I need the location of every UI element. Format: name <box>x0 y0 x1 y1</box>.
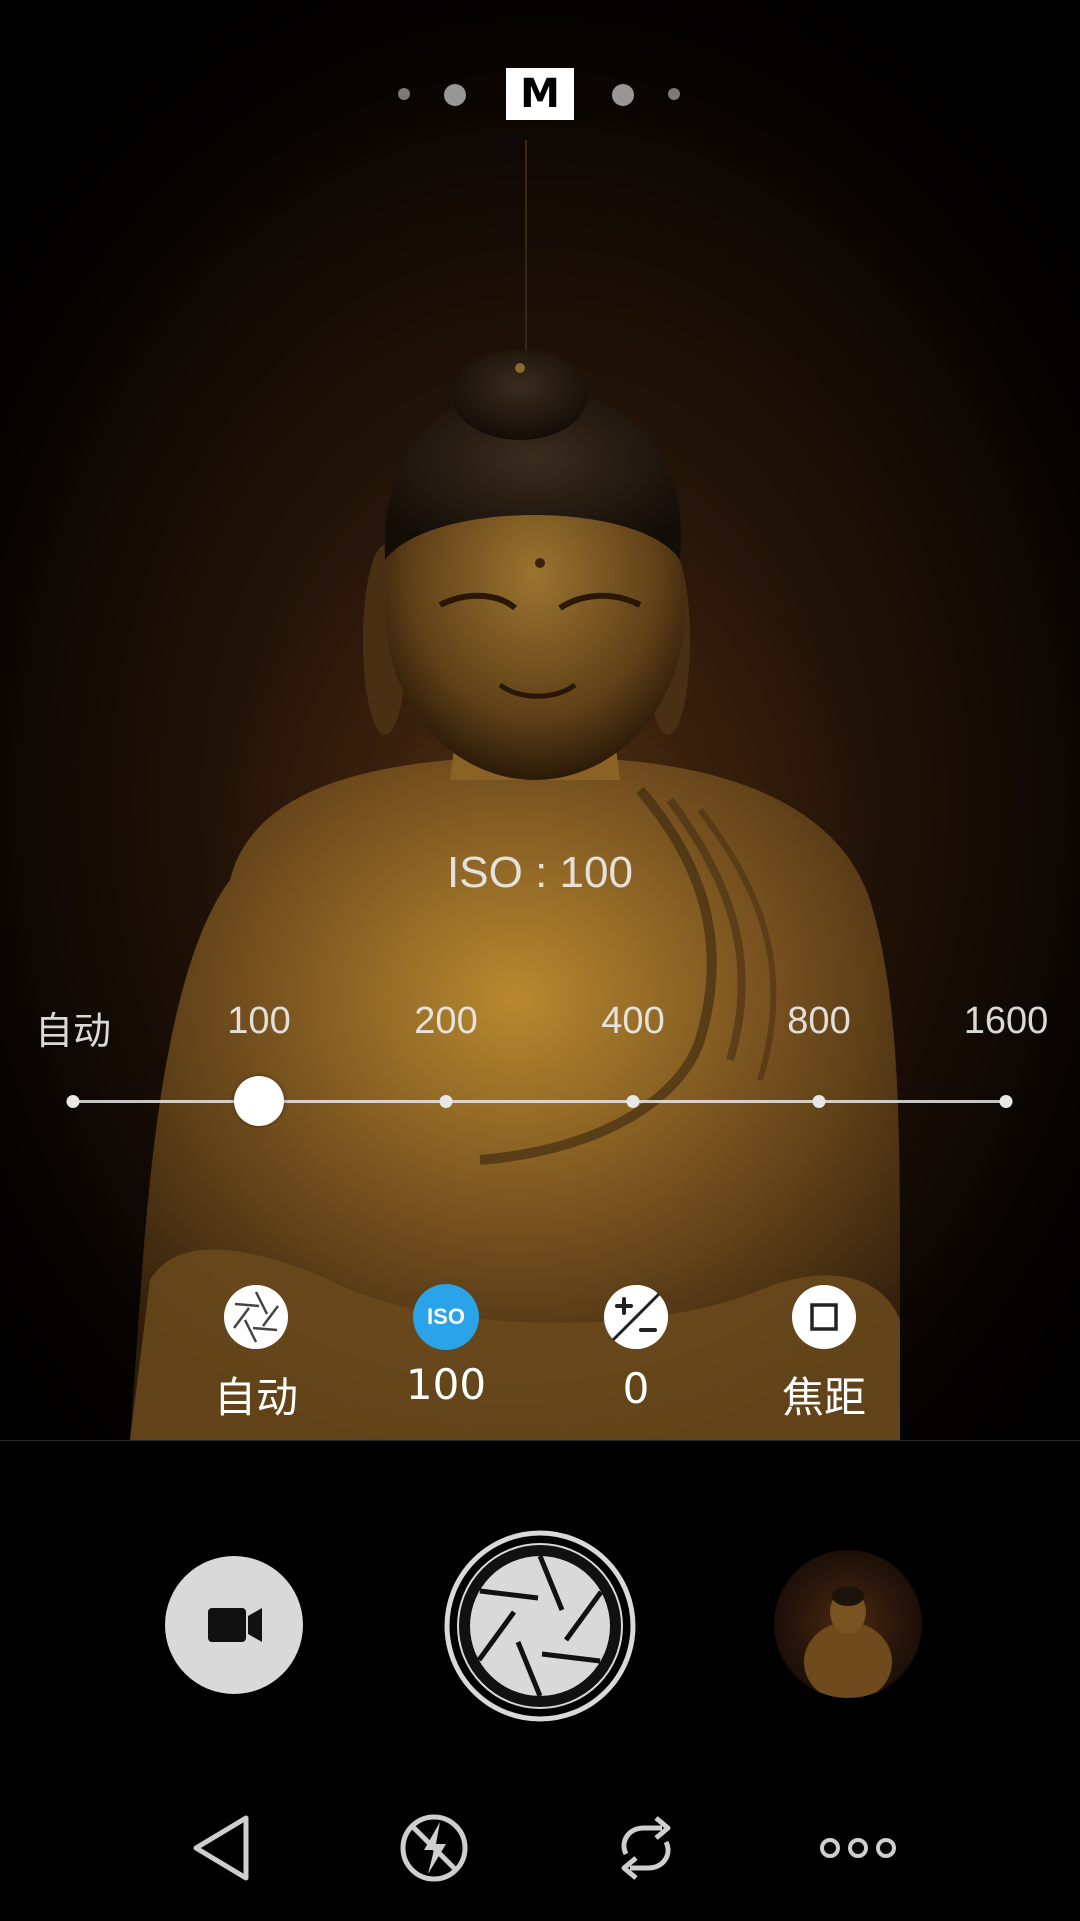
mode-dot[interactable] <box>398 88 410 100</box>
shutter-speed-value: 自动 <box>213 1373 298 1422</box>
buddha-statue-image <box>130 140 900 1440</box>
video-camera-icon <box>208 1608 262 1642</box>
iso-slider-stop[interactable] <box>999 1095 1013 1108</box>
iso-slider-stop[interactable] <box>439 1095 453 1108</box>
iso-param[interactable]: ISO 100 <box>376 1284 516 1409</box>
gallery-thumbnail[interactable] <box>774 1550 922 1698</box>
iso-slider-thumb[interactable] <box>234 1076 284 1126</box>
mode-dot[interactable] <box>612 84 634 106</box>
flash-off-icon <box>400 1814 468 1882</box>
focus-square-icon <box>792 1285 856 1349</box>
exposure-value: 0 <box>622 1364 650 1413</box>
aperture-icon <box>224 1285 288 1349</box>
manual-mode-icon[interactable]: M <box>506 68 574 120</box>
iso-icon-text: ISO <box>427 1304 465 1329</box>
gallery-preview-image <box>804 1586 892 1698</box>
mode-dot[interactable] <box>444 84 466 106</box>
focus-value: 焦距 <box>781 1373 866 1422</box>
iso-slider-stop[interactable] <box>626 1095 640 1108</box>
more-options-button[interactable] <box>818 1812 898 1884</box>
video-record-button[interactable] <box>165 1556 303 1694</box>
iso-option-400[interactable]: 400 <box>601 1000 664 1043</box>
iso-slider-stop[interactable] <box>812 1095 826 1108</box>
iso-option-auto[interactable]: 自动 <box>35 1000 111 1055</box>
camera-viewfinder[interactable] <box>0 0 1080 1440</box>
iso-option-200[interactable]: 200 <box>414 1000 477 1043</box>
flash-toggle-button[interactable] <box>394 1812 474 1884</box>
shutter-icon <box>444 1530 636 1722</box>
switch-camera-icon <box>621 1816 671 1880</box>
more-dots-icon <box>820 1838 896 1858</box>
iso-option-800[interactable]: 800 <box>787 1000 850 1043</box>
switch-camera-button[interactable] <box>606 1812 686 1884</box>
iso-option-1600[interactable]: 1600 <box>964 1000 1049 1043</box>
iso-slider-track[interactable] <box>72 1100 1006 1103</box>
shutter-button[interactable] <box>444 1530 636 1722</box>
iso-icon: ISO <box>413 1284 479 1350</box>
mode-dot[interactable] <box>668 88 680 100</box>
back-triangle-icon <box>193 1815 249 1881</box>
back-button[interactable] <box>182 1812 262 1884</box>
exposure-compensation-icon <box>604 1285 668 1349</box>
shutter-speed-param[interactable]: 自动 <box>186 1284 326 1425</box>
iso-value: 100 <box>405 1360 487 1409</box>
iso-readout: ISO : 100 <box>447 848 633 897</box>
focus-param[interactable]: 焦距 <box>754 1284 894 1425</box>
iso-slider-stop[interactable] <box>66 1095 80 1108</box>
exposure-param[interactable]: 0 <box>566 1284 706 1413</box>
iso-option-100[interactable]: 100 <box>227 1000 290 1043</box>
mode-indicator: M <box>0 68 1080 120</box>
